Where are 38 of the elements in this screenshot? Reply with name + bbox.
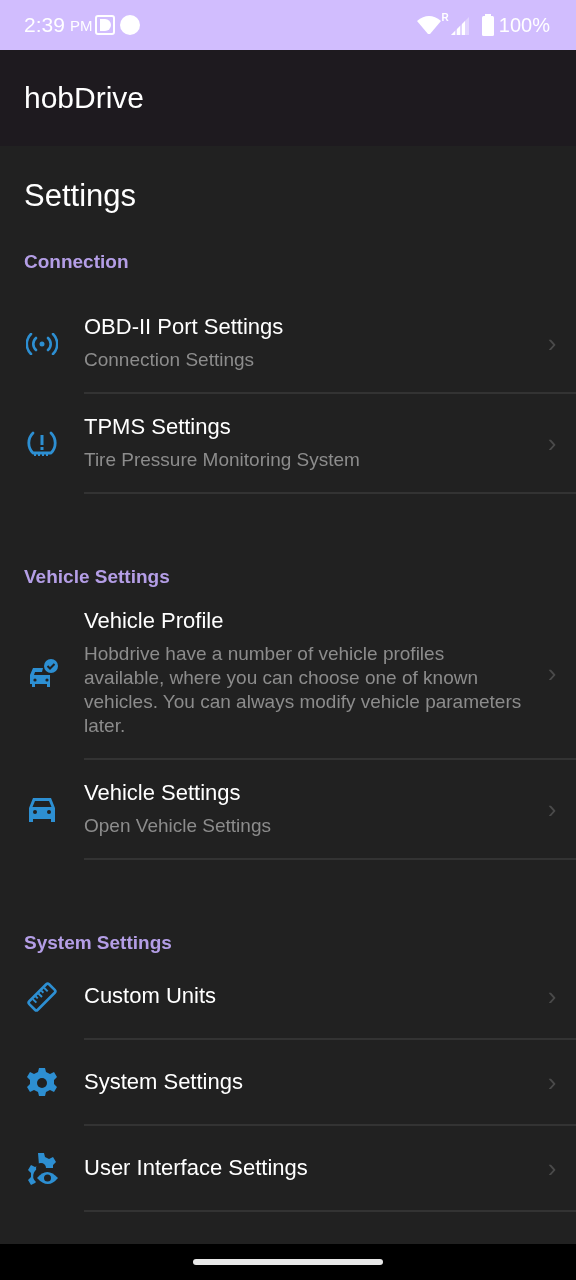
settings-icon xyxy=(26,1067,58,1099)
clock: 2:39 xyxy=(24,13,65,37)
setting-title[interactable]: Vehicle Profile xyxy=(84,608,532,634)
chevron-icon: › xyxy=(532,327,572,359)
section-header: Connection xyxy=(23,250,130,274)
setting-title[interactable]: System Settings xyxy=(84,1069,532,1095)
battery-percentage: 100% xyxy=(498,13,550,37)
page-title: Settings xyxy=(23,177,137,215)
battery-icon xyxy=(480,14,495,36)
setting-title[interactable]: User Interface Settings xyxy=(84,1155,532,1181)
car-icon xyxy=(26,796,58,824)
setting-title[interactable]: OBD-II Port Settings xyxy=(84,314,532,340)
chevron-icon: › xyxy=(532,657,572,689)
chevron-icon: › xyxy=(532,980,572,1012)
signal-waves-icon xyxy=(26,333,58,355)
home-handle[interactable] xyxy=(193,1259,383,1265)
section-header: Vehicle Settings xyxy=(23,565,171,588)
section-header: System Settings xyxy=(23,931,173,954)
app-title: hobDrive xyxy=(24,81,145,115)
roaming-indicator: R xyxy=(441,12,449,23)
chevron-icon: › xyxy=(532,1066,572,1098)
ruler-icon xyxy=(26,981,58,1013)
setting-description: Tire Pressure Monitoring System xyxy=(84,448,361,472)
setting-description: Connection Settings xyxy=(84,348,256,372)
setting-title[interactable]: Vehicle Settings xyxy=(84,780,532,806)
circle-icon xyxy=(119,15,142,35)
gear-eye-icon xyxy=(25,1152,59,1186)
d-letter-icon xyxy=(95,15,116,35)
setting-title[interactable]: TPMS Settings xyxy=(84,414,532,440)
chevron-icon: › xyxy=(532,427,572,459)
chevron-icon: › xyxy=(532,793,572,825)
setting-title[interactable]: Custom Units xyxy=(84,983,532,1009)
setting-description: Hobdrive have a number of vehicle profiles available, where you can choose one of known vehicles. You can always modify vehicle parameters later. xyxy=(84,642,523,738)
clock-period: PM xyxy=(69,16,93,34)
setting-description: Open Vehicle Settings xyxy=(84,814,272,838)
tire-warning-icon xyxy=(26,430,58,458)
wifi-icon xyxy=(415,15,442,35)
chevron-icon: › xyxy=(532,1152,572,1184)
